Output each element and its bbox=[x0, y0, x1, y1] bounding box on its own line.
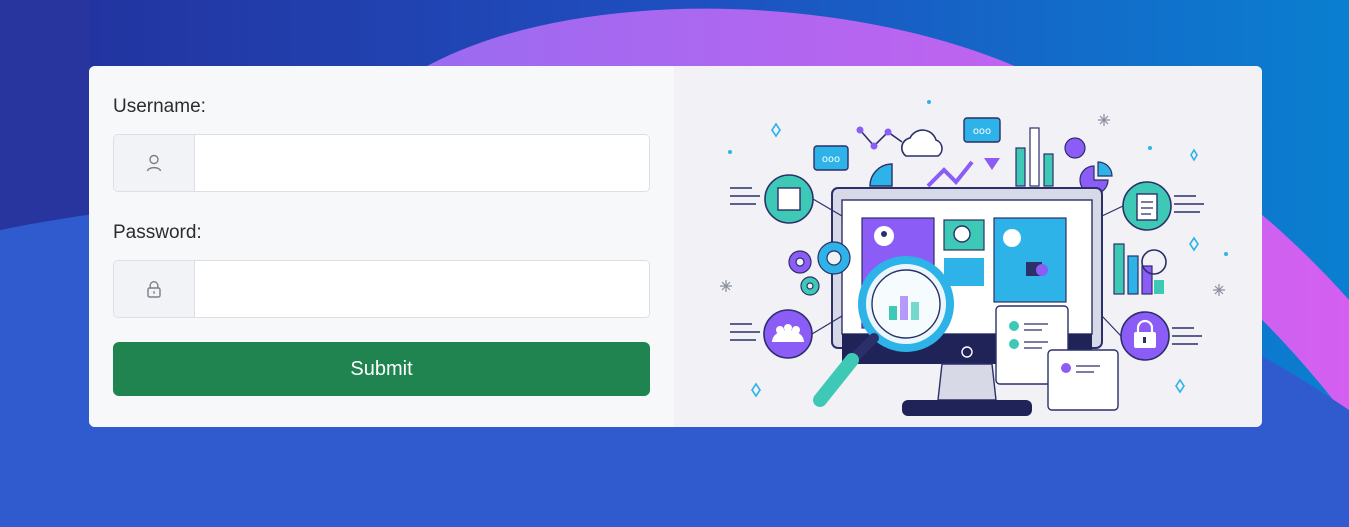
data-analysis-illustration: ooo ooo bbox=[674, 66, 1262, 427]
password-input[interactable] bbox=[195, 261, 649, 317]
svg-text:ooo: ooo bbox=[822, 154, 840, 165]
username-label: Username: bbox=[113, 96, 206, 117]
login-card: Username: Password: Submit ooo ooo bbox=[89, 66, 1262, 427]
bar-chart-icon bbox=[1113, 243, 1167, 295]
submit-button[interactable]: Submit bbox=[113, 342, 650, 396]
username-field-group bbox=[113, 134, 650, 192]
username-input[interactable] bbox=[195, 135, 649, 191]
user-icon bbox=[114, 135, 195, 191]
password-label: Password: bbox=[113, 222, 202, 243]
svg-text:ooo: ooo bbox=[973, 126, 991, 137]
login-form: Username: Password: Submit bbox=[89, 66, 674, 427]
password-field-group bbox=[113, 260, 650, 318]
lock-icon bbox=[114, 261, 195, 317]
